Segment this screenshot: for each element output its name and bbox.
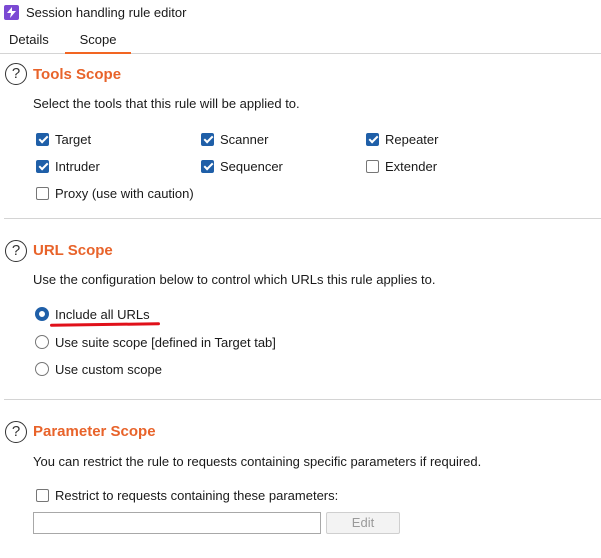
checkbox-label: Intruder <box>55 158 100 174</box>
radio-circle <box>35 335 49 349</box>
radio-label: Use custom scope <box>55 361 162 377</box>
checkbox-label: Proxy (use with caution) <box>55 185 194 201</box>
section-divider <box>4 218 601 219</box>
url-help-icon[interactable]: ? <box>5 240 27 262</box>
checkbox-label: Scanner <box>220 131 269 147</box>
checkbox-label: Target <box>55 131 92 147</box>
checkbox-box <box>36 132 49 146</box>
checkbox-repeater[interactable]: Repeater <box>366 131 438 147</box>
checkbox-target[interactable]: Target <box>36 131 91 147</box>
parameter-scope-title: Parameter Scope <box>33 423 156 440</box>
checkbox-box <box>36 159 49 173</box>
radio-circle <box>35 307 49 321</box>
tab-bar: Details Scope <box>0 28 601 54</box>
radio-suite-scope[interactable]: Use suite scope [defined in Target tab] <box>35 334 276 350</box>
app-lightning-icon <box>4 5 19 20</box>
checkbox-label: Restrict to requests containing these pa… <box>55 487 339 503</box>
checkbox-box <box>201 132 214 146</box>
radio-include-all-urls[interactable]: Include all URLs <box>35 306 150 322</box>
tools-help-icon[interactable]: ? <box>5 63 27 85</box>
checkbox-sequencer[interactable]: Sequencer <box>201 158 283 174</box>
radio-label: Use suite scope [defined in Target tab] <box>55 334 276 350</box>
red-underline-annotation <box>49 322 161 327</box>
parameter-scope-description: You can restrict the rule to requests co… <box>33 454 482 469</box>
edit-button[interactable]: Edit <box>326 512 400 534</box>
checkbox-label: Extender <box>385 158 438 174</box>
checkbox-box <box>201 159 214 173</box>
checkbox-box <box>36 488 49 502</box>
checkbox-box <box>366 132 379 146</box>
tab-scope[interactable]: Scope <box>65 32 131 54</box>
parameters-input[interactable] <box>33 512 321 534</box>
section-divider <box>4 399 601 400</box>
checkbox-label: Sequencer <box>220 158 283 174</box>
checkbox-intruder[interactable]: Intruder <box>36 158 100 174</box>
checkbox-box <box>36 186 49 200</box>
checkbox-proxy[interactable]: Proxy (use with caution) <box>36 185 194 201</box>
radio-circle <box>35 362 49 376</box>
url-scope-title: URL Scope <box>33 242 113 259</box>
title-bar: Session handling rule editor <box>0 0 601 26</box>
url-scope-description: Use the configuration below to control w… <box>33 272 436 287</box>
params-help-icon[interactable]: ? <box>5 421 27 443</box>
checkbox-label: Repeater <box>385 131 439 147</box>
checkbox-extender[interactable]: Extender <box>366 158 437 174</box>
checkbox-restrict-parameters[interactable]: Restrict to requests containing these pa… <box>36 487 338 503</box>
tab-details[interactable]: Details <box>9 32 49 52</box>
radio-label: Include all URLs <box>55 306 150 322</box>
window-title: Session handling rule editor <box>26 5 187 20</box>
radio-custom-scope[interactable]: Use custom scope <box>35 361 162 377</box>
tools-scope-description: Select the tools that this rule will be … <box>33 96 300 111</box>
tools-scope-title: Tools Scope <box>33 66 122 83</box>
checkbox-scanner[interactable]: Scanner <box>201 131 268 147</box>
checkbox-box <box>366 159 379 173</box>
